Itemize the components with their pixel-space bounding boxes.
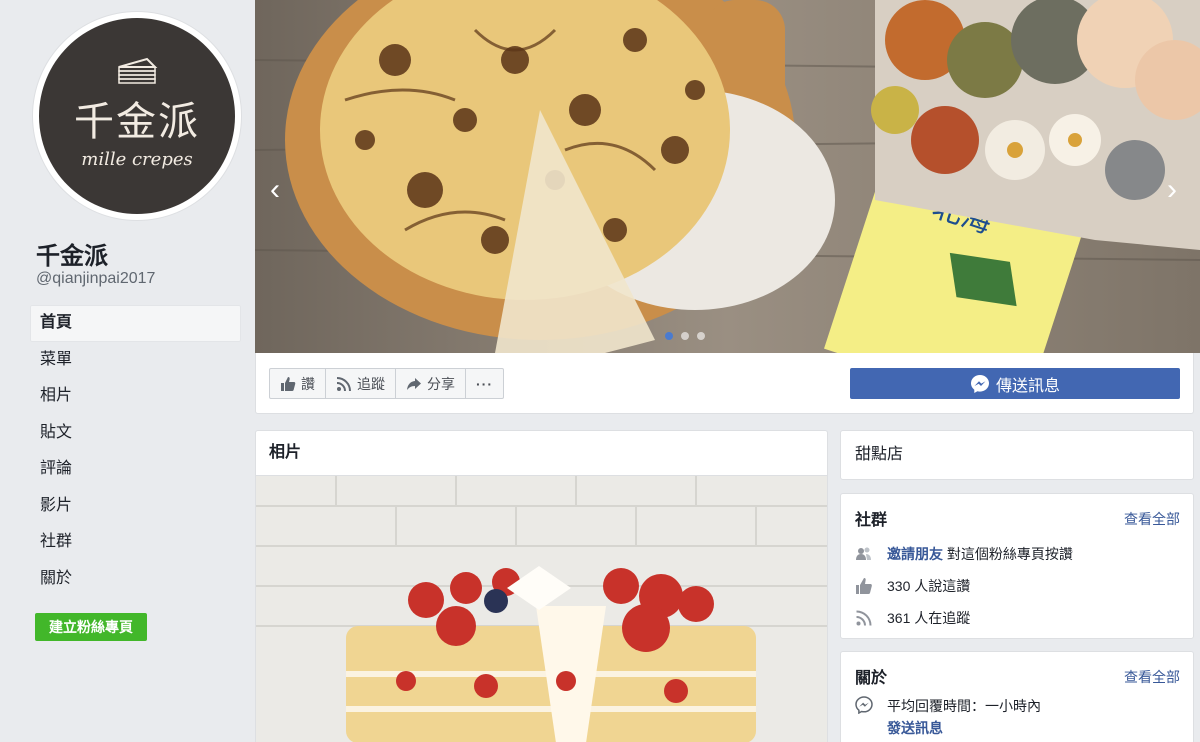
invite-friends-row: 邀請朋友 對這個粉絲專頁按讚	[855, 544, 1073, 564]
cake-logo-icon	[118, 57, 158, 84]
follows-count-text: 361 人在追蹤	[887, 610, 971, 626]
more-dots-icon: ···	[476, 375, 493, 392]
featured-photo[interactable]	[256, 476, 827, 742]
left-sidebar: 千金派 mille crepes 千金派 @qianjinpai2017 首頁 …	[0, 0, 255, 741]
carousel-dot[interactable]	[697, 332, 705, 340]
community-title[interactable]: 社群	[855, 506, 887, 530]
chevron-left-icon[interactable]: ‹	[263, 172, 287, 208]
follow-label: 追蹤	[357, 375, 385, 392]
messenger-icon	[855, 696, 873, 714]
community-card: 社群 查看全部 邀請朋友 對這個粉絲專頁按讚 330 人說這讚 361 人在追蹤	[840, 493, 1194, 639]
cover-photo[interactable]: 北海 ‹ ›	[255, 0, 1200, 353]
send-message-link[interactable]: 發送訊息	[887, 718, 1041, 738]
logo-text-cn: 千金派	[74, 98, 200, 145]
share-label: 分享	[427, 375, 455, 392]
page-actions: 讚 追蹤 分享 ···	[269, 368, 504, 399]
follows-row: 361 人在追蹤	[855, 608, 970, 628]
messenger-icon	[970, 374, 989, 393]
thumbs-up-icon	[856, 578, 872, 594]
photos-title[interactable]: 相片	[256, 431, 827, 476]
likes-count-text: 330 人說這讚	[887, 578, 971, 594]
logo-text-en: mille crepes	[81, 148, 193, 170]
rss-follow-icon	[856, 610, 872, 626]
about-see-all-link[interactable]: 查看全部	[1124, 667, 1180, 687]
chevron-right-icon[interactable]: ›	[1160, 172, 1184, 208]
like-label: 讚	[301, 375, 315, 392]
cover-image: 北海	[255, 0, 1200, 353]
carousel-dot[interactable]	[681, 332, 689, 340]
about-title[interactable]: 關於	[855, 664, 887, 688]
nav-item-about[interactable]: 關於	[30, 561, 241, 598]
response-time-block: 平均回覆時間：一小時內 發送訊息	[887, 696, 1041, 738]
page-handle[interactable]: @qianjinpai2017	[36, 270, 155, 288]
nav-item-posts[interactable]: 貼文	[30, 415, 241, 452]
invite-friends-link[interactable]: 邀請朋友	[887, 544, 943, 564]
avatar: 千金派 mille crepes	[39, 18, 235, 214]
carousel-dot[interactable]	[665, 332, 673, 340]
like-button[interactable]: 讚	[269, 368, 326, 399]
response-time-row: 平均回覆時間：一小時內 發送訊息	[855, 696, 1041, 738]
nav-item-videos[interactable]: 影片	[30, 488, 241, 525]
invite-friends-text: 對這個粉絲專頁按讚	[943, 546, 1073, 562]
nav-item-photos[interactable]: 相片	[30, 378, 241, 415]
nav-item-menu[interactable]: 菜單	[30, 342, 241, 379]
create-page-button[interactable]: 建立粉絲專頁	[35, 613, 147, 641]
category-card: 甜點店	[840, 430, 1194, 480]
share-arrow-icon	[407, 377, 421, 390]
send-message-button[interactable]: 傳送訊息	[850, 368, 1180, 399]
share-button[interactable]: 分享	[395, 368, 466, 399]
nav-item-community[interactable]: 社群	[30, 524, 241, 561]
community-see-all-link[interactable]: 查看全部	[1124, 509, 1180, 529]
nav-item-home[interactable]: 首頁	[30, 305, 241, 342]
category-label[interactable]: 甜點店	[855, 446, 903, 463]
more-options-button[interactable]: ···	[465, 368, 504, 399]
nav-item-reviews[interactable]: 評論	[30, 451, 241, 488]
page-nav: 首頁 菜單 相片 貼文 評論 影片 社群 關於	[30, 305, 241, 597]
action-bar: 讚 追蹤 分享 ··· 傳送訊息	[255, 353, 1194, 414]
rss-follow-icon	[336, 376, 351, 391]
thumbs-up-icon	[281, 376, 296, 391]
invite-friends-icon	[856, 547, 871, 560]
about-card: 關於 查看全部 平均回覆時間：一小時內 發送訊息	[840, 651, 1194, 742]
likes-row: 330 人說這讚	[855, 576, 970, 596]
follow-button[interactable]: 追蹤	[325, 368, 396, 399]
photos-card: 相片	[255, 430, 828, 742]
profile-picture[interactable]: 千金派 mille crepes	[33, 12, 241, 220]
carousel-dots	[665, 332, 705, 340]
send-message-label: 傳送訊息	[995, 377, 1060, 395]
response-time-text: 平均回覆時間：一小時內	[887, 698, 1041, 714]
page-title[interactable]: 千金派	[36, 236, 108, 271]
